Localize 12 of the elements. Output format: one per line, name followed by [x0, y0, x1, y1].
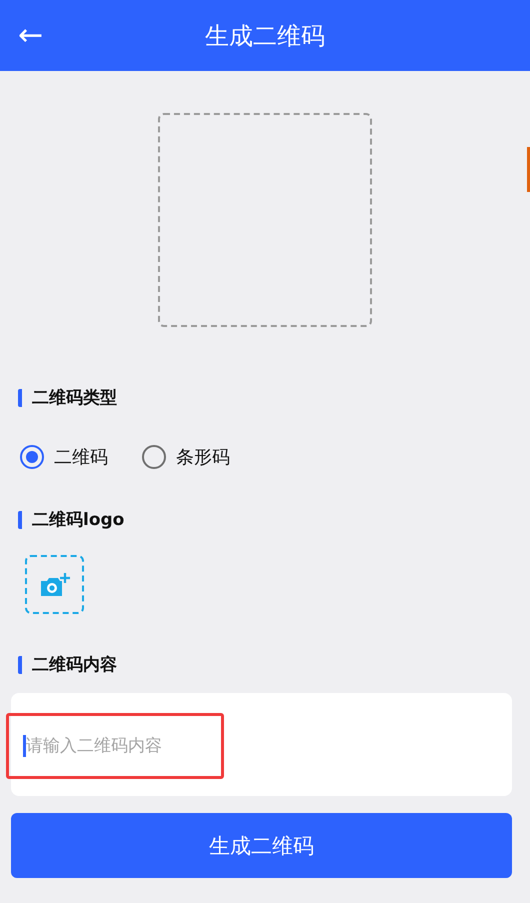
section-title: 二维码类型 [18, 389, 117, 407]
section-title: 二维码logo [18, 511, 124, 529]
radio-option[interactable]: 条形码 [142, 445, 230, 469]
add-photo-button[interactable] [25, 555, 84, 614]
scrollbar [527, 147, 530, 192]
page-title: 生成二维码 [205, 20, 325, 52]
generate-button[interactable]: 生成二维码 [11, 813, 512, 878]
back-button[interactable]: ← [18, 20, 44, 50]
camera-plus-icon [38, 572, 70, 598]
input-field[interactable]: 请输入二维码内容 [26, 736, 201, 756]
radio-option[interactable]: 二维码 [20, 445, 108, 469]
section-title: 二维码内容 [18, 656, 117, 674]
